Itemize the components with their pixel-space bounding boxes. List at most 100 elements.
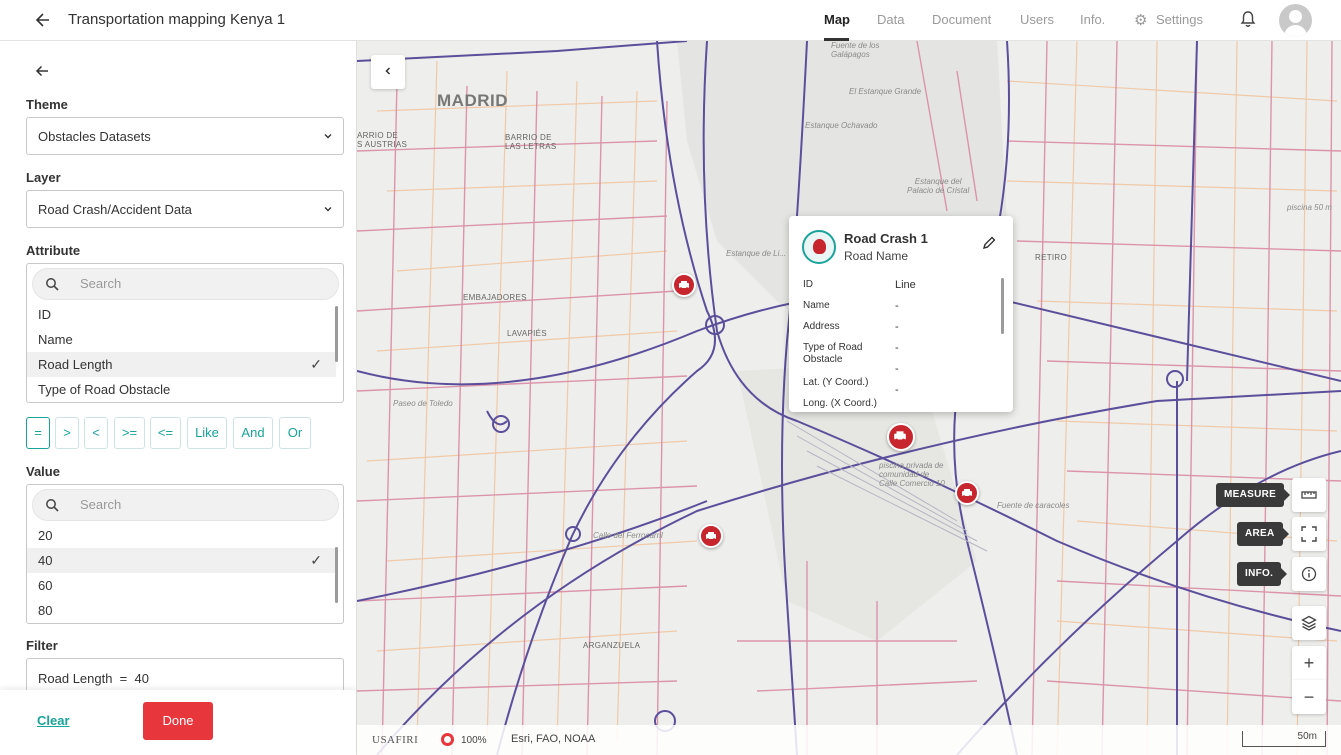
operator-gte-button[interactable]: >= [114,417,145,449]
value-search-input[interactable] [80,497,320,512]
crash-marker-selected[interactable] [887,423,915,451]
map-label-austrias: ARRIO DE S AUSTRIAS [357,131,408,149]
popup-title: Road Crash 1 [844,231,928,246]
map-label-arganzuela: ARGANZUELA [583,641,641,650]
layer-select[interactable]: Road Crash/Accident Data [26,190,344,228]
brand-logo: USAFIRI [372,734,419,746]
clear-link[interactable]: Clear [37,713,70,728]
value-search[interactable] [32,489,339,521]
popup-field-value: - [895,300,899,312]
user-avatar[interactable] [1279,4,1312,37]
crash-marker[interactable] [699,524,723,548]
tab-info[interactable]: Info. [1080,12,1105,27]
value-option-label: 40 [38,553,53,568]
popup-field-key: Type of Road Obstacle [803,342,863,365]
operator-or-button[interactable]: Or [279,417,311,449]
attribute-option[interactable]: Name [27,327,336,352]
back-arrow-icon[interactable] [33,10,53,30]
map-label-calle-ferrocarril: Calle del Ferrocarril [593,531,663,540]
layers-icon [1301,615,1317,631]
tab-settings[interactable]: Settings [1156,12,1203,27]
attribute-search[interactable] [32,268,339,300]
operator-greater-button[interactable]: > [55,417,79,449]
attribute-option[interactable]: ID [27,302,336,327]
popup-field-value: - [895,321,899,333]
operator-and-button[interactable]: And [233,417,273,449]
value-option[interactable]: 80 [27,598,336,623]
plus-icon: + [1303,653,1315,673]
zoom-ring-icon [441,733,454,746]
info-button[interactable] [1292,557,1326,591]
minus-icon: − [1303,687,1315,707]
operator-less-button[interactable]: < [84,417,108,449]
theme-select[interactable]: Obstacles Datasets [26,117,344,155]
crash-marker[interactable] [672,273,696,297]
area-button[interactable] [1292,517,1326,551]
chevron-down-icon [324,134,332,139]
measure-button[interactable] [1292,478,1326,512]
chevron-left-icon [385,67,391,75]
tab-document[interactable]: Document [932,12,991,27]
attribute-option-selected[interactable]: Road Length ✓ [27,352,336,377]
layers-button[interactable] [1292,606,1326,640]
crash-marker[interactable] [955,481,979,505]
collapse-sidebar-button[interactable] [371,55,405,89]
search-icon [46,499,59,512]
theme-select-value: Obstacles Datasets [38,129,151,144]
gear-icon[interactable]: ⚙ [1134,11,1147,29]
map-label-fuente-galapagos: Fuente de los Galápagos [831,41,880,59]
car-crash-icon [962,489,972,498]
sidebar-footer: Clear Done [0,690,356,755]
operator-equals-button[interactable]: = [26,417,50,449]
value-scrollbar[interactable] [335,547,338,603]
map-label-estanque-grande: El Estanque Grande [849,87,922,96]
check-icon: ✓ [310,552,322,568]
value-option-selected[interactable]: 40 ✓ [27,548,336,573]
car-crash-icon [706,532,716,541]
edit-pencil-icon[interactable] [981,235,997,251]
zoom-out-button[interactable]: − [1292,680,1326,714]
check-icon: ✓ [310,356,322,372]
map-view[interactable]: MADRID ARRIO DE S AUSTRIAS BARRIO DE LAS… [357,41,1341,755]
filter-label: Filter [26,638,58,653]
search-icon [46,278,59,291]
map-label-embajadores: EMBAJADORES [463,293,527,302]
sidebar-back-arrow-icon[interactable] [34,63,50,84]
popup-field-key: Long. (X Coord.) [803,398,877,409]
filter-expression-value: Road Length = 40 [38,671,149,686]
map-attribution: Esri, FAO, NOAA [511,733,596,745]
attribute-option-label: Road Length [38,357,113,372]
tab-map[interactable]: Map [824,12,850,27]
car-crash-icon [679,281,689,290]
popup-field-value: - [895,363,899,375]
layer-select-value: Road Crash/Accident Data [38,202,192,217]
map-status-bar: USAFIRI 100% Esri, FAO, NOAA 50m [357,725,1341,755]
done-button[interactable]: Done [143,702,213,740]
ruler-icon [1301,491,1317,499]
zoom-in-button[interactable]: + [1292,646,1326,680]
operator-lte-button[interactable]: <= [150,417,181,449]
active-tab-indicator [824,38,849,41]
attribute-search-input[interactable] [80,276,320,291]
value-option[interactable]: 60 [27,573,336,598]
tab-data[interactable]: Data [877,12,904,27]
bell-icon[interactable] [1240,10,1256,28]
popup-field-value: Line [895,279,916,291]
attribute-option[interactable]: Type of Road Obstacle [27,377,336,402]
attribute-label: Attribute [26,243,81,258]
map-label-retiro: RETIRO [1035,253,1068,262]
theme-label: Theme [26,97,68,112]
info-circle-icon [1301,566,1317,582]
popup-scrollbar[interactable] [1001,278,1004,334]
popup-field-key: Name [803,300,830,311]
car-crash-icon [894,431,906,442]
map-label-lavapies: LAVAPIÉS [507,329,547,338]
map-label-estanque-ochavado: Estanque Ochavado [805,121,878,130]
tab-users[interactable]: Users [1020,12,1054,27]
value-option[interactable]: 20 [27,523,336,548]
attribute-scrollbar[interactable] [335,306,338,362]
operator-like-button[interactable]: Like [187,417,227,449]
map-label-piscina-privada: piscina privada de comunidad de Calle Co… [879,461,945,488]
popup-subtitle: Road Name [844,249,909,263]
popup-field-key: ID [803,279,813,290]
